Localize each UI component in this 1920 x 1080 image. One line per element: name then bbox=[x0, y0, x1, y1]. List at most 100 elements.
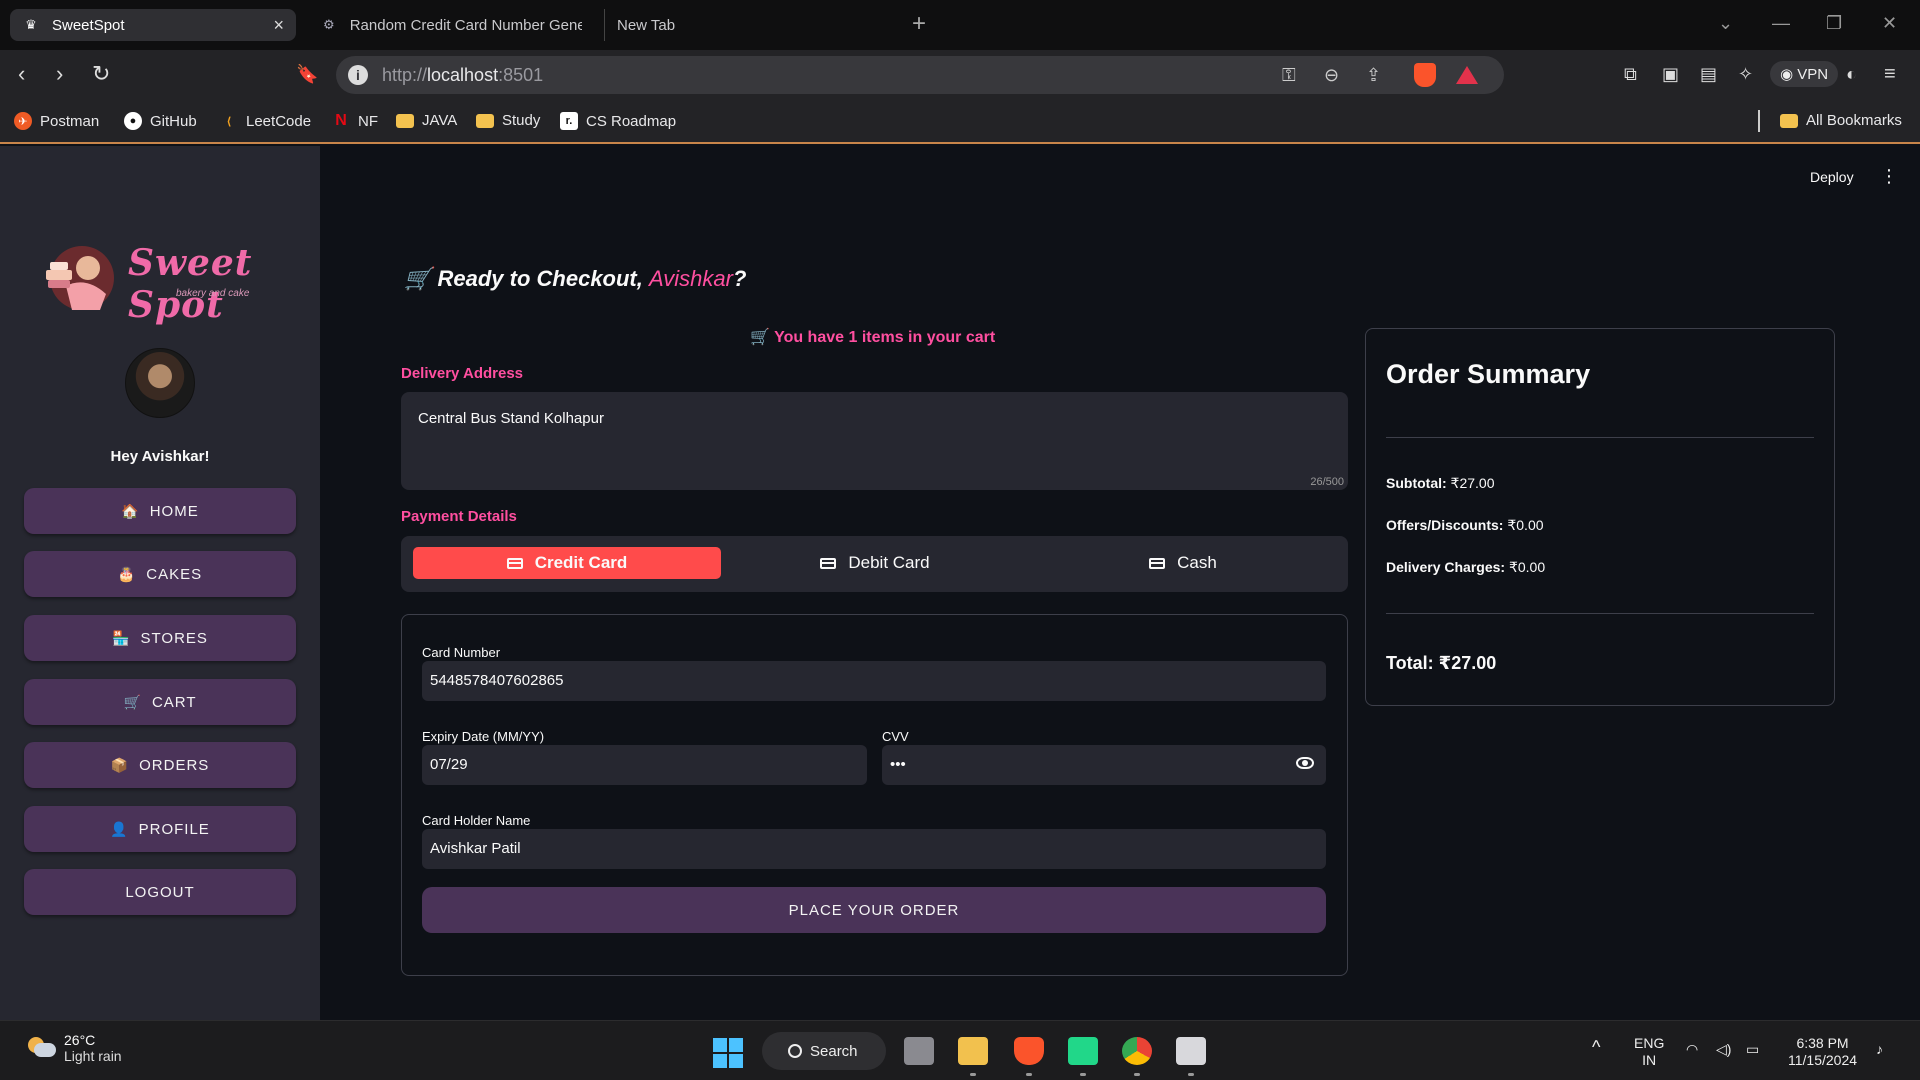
app-menu-icon[interactable]: ⋮ bbox=[1880, 166, 1898, 187]
chrome-icon[interactable] bbox=[1122, 1037, 1152, 1065]
place-order-button[interactable]: PLACE YOUR ORDER bbox=[422, 887, 1326, 933]
browser-nav-bar: ‹ › ↻ 🔖 i http://localhost:8501 ⚿ ⊖ ⇪ ⧉ … bbox=[0, 50, 1920, 100]
sidebar-item-cart[interactable]: 🛒 CART bbox=[24, 679, 296, 725]
house-icon: 🏠 bbox=[121, 502, 140, 519]
total-label: Total: bbox=[1386, 653, 1434, 673]
bookmark-nf[interactable]: N NF bbox=[332, 112, 378, 130]
forward-icon[interactable]: › bbox=[56, 62, 63, 86]
bookmark-leetcode[interactable]: ⟨ LeetCode bbox=[220, 112, 311, 130]
store-icon: 🏪 bbox=[112, 629, 131, 646]
tab-label: Cash bbox=[1177, 553, 1217, 572]
package-icon: 📦 bbox=[110, 756, 130, 773]
profile-icon[interactable]: ◐ bbox=[1846, 62, 1857, 86]
deploy-button[interactable]: Deploy bbox=[1810, 169, 1854, 185]
debit-card-icon bbox=[820, 557, 837, 569]
sidebar-item-cakes[interactable]: 🎂 CAKES bbox=[24, 551, 296, 597]
sidebar-item-stores[interactable]: 🏪 STORES bbox=[24, 615, 296, 661]
minimize-icon[interactable]: — bbox=[1772, 13, 1790, 34]
bookmark-label: All Bookmarks bbox=[1806, 112, 1902, 129]
zoom-icon[interactable]: ⊖ bbox=[1324, 65, 1339, 86]
delivery-address-input[interactable]: Central Bus Stand Kolhapur 26/500 bbox=[401, 392, 1348, 490]
key-icon[interactable]: ⚿ bbox=[1282, 65, 1296, 86]
browser-tab-bar: ♛ SweetSpot × ⚙ Random Credit Card Numbe… bbox=[0, 0, 1920, 50]
bookmark-icon[interactable]: 🔖 bbox=[296, 62, 318, 86]
sidebar-item-home[interactable]: 🏠 HOME bbox=[24, 488, 296, 534]
region-code: IN bbox=[1642, 1052, 1657, 1068]
taskbar-search[interactable]: Search bbox=[762, 1032, 886, 1070]
menu-icon[interactable]: ≡ bbox=[1884, 62, 1896, 86]
tab-search-icon[interactable]: ⌄ bbox=[1718, 13, 1733, 34]
volume-icon[interactable]: ◁) bbox=[1716, 1041, 1731, 1058]
vpn-button[interactable]: ◉ VPN bbox=[1770, 61, 1839, 87]
delivery-value: ₹0.00 bbox=[1508, 559, 1546, 575]
eye-icon[interactable] bbox=[1296, 757, 1314, 769]
bookmark-cs-roadmap[interactable]: r. CS Roadmap bbox=[560, 112, 676, 130]
weather-widget[interactable]: 26°C Light rain bbox=[28, 1032, 122, 1064]
pycharm-icon[interactable] bbox=[1068, 1037, 1098, 1065]
sidebar-item-label: HOME bbox=[149, 502, 199, 520]
task-view-icon[interactable] bbox=[904, 1037, 934, 1065]
tab-cash[interactable]: Cash bbox=[1029, 547, 1337, 579]
sidebar-item-profile[interactable]: 👤 PROFILE bbox=[24, 806, 296, 852]
clock[interactable]: 6:38 PM 11/15/2024 bbox=[1788, 1035, 1857, 1069]
sidebar-item-label: LOGOUT bbox=[125, 883, 195, 901]
file-explorer-icon[interactable] bbox=[958, 1037, 988, 1065]
bookmark-postman[interactable]: ✈ Postman bbox=[14, 112, 99, 130]
expiry-date-input[interactable]: 07/29 bbox=[422, 745, 867, 785]
leo-ai-icon[interactable]: ✧ bbox=[1738, 62, 1753, 86]
brand-tagline: bakery and cake bbox=[176, 288, 250, 299]
title-prefix: 🛒 Ready to Checkout, bbox=[404, 266, 649, 291]
url-text[interactable]: http://localhost:8501 bbox=[382, 65, 543, 86]
sidebar-item-logout[interactable]: LOGOUT bbox=[24, 869, 296, 915]
maximize-icon[interactable]: ❐ bbox=[1826, 13, 1842, 34]
bookmark-study[interactable]: Study bbox=[476, 112, 540, 129]
sidebar-toggle-icon[interactable]: ▣ bbox=[1662, 62, 1679, 86]
windows-taskbar: 26°C Light rain Search ^ ENG IN ◠ ◁) ▭ 6… bbox=[0, 1020, 1920, 1080]
address-bar[interactable]: i http://localhost:8501 ⚿ ⊖ ⇪ bbox=[336, 56, 1504, 94]
tab-new-tab[interactable]: New Tab bbox=[604, 9, 894, 41]
brave-browser-icon[interactable] bbox=[1014, 1037, 1044, 1065]
date: 11/15/2024 bbox=[1788, 1052, 1858, 1068]
card-holder-input[interactable]: Avishkar Patil bbox=[422, 829, 1326, 869]
language-indicator[interactable]: ENG IN bbox=[1634, 1035, 1664, 1069]
bookmark-java[interactable]: JAVA bbox=[396, 112, 457, 129]
cvv-input[interactable]: ••• bbox=[882, 745, 1326, 785]
share-icon[interactable]: ⇪ bbox=[1366, 65, 1381, 86]
cvv-label: CVV bbox=[882, 729, 909, 744]
all-bookmarks[interactable]: All Bookmarks bbox=[1780, 112, 1902, 129]
card-number-input[interactable]: 5448578407602865 bbox=[422, 661, 1326, 701]
tab-debit-card[interactable]: Debit Card bbox=[721, 547, 1029, 579]
battery-icon[interactable]: ▭ bbox=[1746, 1041, 1759, 1058]
new-tab-button[interactable]: + bbox=[912, 10, 926, 38]
reload-icon[interactable]: ↻ bbox=[92, 62, 110, 86]
close-tab-icon[interactable]: × bbox=[273, 15, 284, 36]
search-label: Search bbox=[810, 1042, 858, 1060]
tab-credit-card-generator[interactable]: ⚙ Random Credit Card Number Gene bbox=[316, 9, 586, 41]
close-window-icon[interactable]: ✕ bbox=[1882, 13, 1897, 34]
chevron-up-icon[interactable]: ^ bbox=[1592, 1038, 1600, 1056]
bookmark-label: LeetCode bbox=[246, 112, 312, 130]
wifi-icon[interactable]: ◠ bbox=[1686, 1041, 1698, 1058]
brave-rewards-icon[interactable] bbox=[1456, 66, 1478, 84]
tab-sweetspot[interactable]: ♛ SweetSpot × bbox=[10, 9, 296, 41]
snipping-tool-icon[interactable] bbox=[1176, 1037, 1206, 1065]
notification-bell-icon[interactable]: ♪ bbox=[1876, 1041, 1883, 1058]
tab-title: Random Credit Card Number Gene bbox=[349, 16, 582, 34]
wallet-icon[interactable]: ▤ bbox=[1700, 62, 1717, 86]
extensions-icon[interactable]: ⧉ bbox=[1624, 62, 1637, 86]
tab-credit-card[interactable]: Credit Card bbox=[413, 547, 721, 579]
bookmark-label: CS Roadmap bbox=[586, 112, 677, 130]
summary-divider bbox=[1386, 613, 1814, 614]
bookmark-github[interactable]: ● GitHub bbox=[124, 112, 197, 130]
card-number-label: Card Number bbox=[422, 645, 501, 660]
brave-shields-icon[interactable] bbox=[1414, 63, 1436, 87]
sidebar-item-label: ORDERS bbox=[139, 756, 210, 774]
rain-cloud-icon bbox=[28, 1037, 56, 1059]
delivery-row: Delivery Charges: ₹0.00 bbox=[1386, 559, 1545, 576]
bookmark-label: Postman bbox=[40, 112, 100, 130]
bookmark-label: Study bbox=[502, 112, 541, 129]
sidebar-item-orders[interactable]: 📦 ORDERS bbox=[24, 742, 296, 788]
site-info-icon[interactable]: i bbox=[348, 65, 368, 85]
windows-start-icon[interactable] bbox=[713, 1038, 743, 1068]
back-icon[interactable]: ‹ bbox=[18, 62, 25, 86]
